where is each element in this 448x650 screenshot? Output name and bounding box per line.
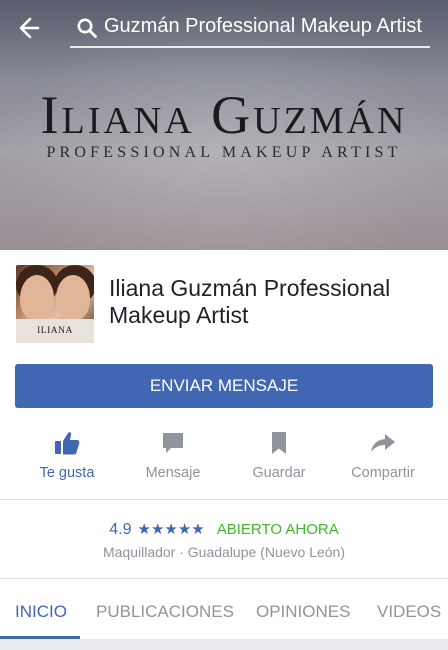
tab-publicaciones[interactable]: PUBLICACIONES (96, 580, 234, 640)
top-bar: Guzmán Professional Makeup Artist (0, 0, 448, 56)
divider (0, 578, 448, 579)
send-message-button[interactable]: ENVIAR MENSAJE (15, 364, 433, 408)
search-icon (77, 18, 97, 38)
search-underline (70, 46, 430, 48)
rating-value: 4.9 (109, 521, 132, 538)
brand-name: Iliana Guzmán (40, 85, 408, 145)
message-icon (163, 433, 183, 453)
share-button[interactable]: Compartir (330, 420, 436, 492)
search-query-text: Guzmán Professional Makeup Artist (104, 15, 422, 37)
rating-row[interactable]: 4.9 ★★★★★ ABIERTO AHORA (0, 520, 448, 539)
tab-inicio[interactable]: INICIO (15, 580, 67, 640)
like-button[interactable]: Te gusta (14, 420, 120, 492)
brand-subtitle: PROFESSIONAL MAKEUP ARTIST (46, 144, 402, 161)
cover-brand-logo: Iliana Guzmán PROFESSIONAL MAKEUP ARTIST (0, 85, 448, 162)
tab-opiniones[interactable]: OPINIONES (256, 580, 350, 640)
like-label: Te gusta (39, 465, 95, 481)
category-location: Maquillador · Guadalupe (Nuevo León) (102, 544, 346, 560)
profile-header: ILIANA GUZMÁN Iliana Guzmán Professional… (0, 250, 448, 355)
action-bar: Te gusta Mensaje Guardar Compartir (0, 420, 448, 492)
search-input[interactable]: Guzmán Professional Makeup Artist (70, 8, 430, 48)
share-icon (371, 434, 395, 452)
rating-stars-icon: ★★★★★ (137, 521, 205, 538)
save-button[interactable]: Guardar (226, 420, 332, 492)
bookmark-icon (272, 432, 286, 454)
feed-background (0, 639, 448, 650)
message-label: Mensaje (145, 465, 201, 481)
avatar-logo-text: ILIANA GUZMÁN (16, 319, 94, 343)
page-title: Iliana Guzmán Professional Makeup Artist (109, 275, 391, 328)
profile-avatar[interactable]: ILIANA GUZMÁN (16, 265, 94, 343)
thumbs-up-icon (55, 432, 80, 455)
back-arrow-icon (19, 17, 40, 39)
message-button[interactable]: Mensaje (120, 420, 226, 492)
save-label: Guardar (252, 465, 306, 481)
tab-videos[interactable]: VIDEOS (377, 580, 441, 640)
back-button[interactable] (16, 12, 52, 44)
open-status: ABIERTO AHORA (216, 521, 339, 538)
share-label: Compartir (351, 465, 415, 481)
page-info: 4.9 ★★★★★ ABIERTO AHORA Maquillador · Guad… (0, 500, 448, 578)
page-tabs: INICIO PUBLICACIONES OPINIONES VIDEOS (0, 580, 448, 640)
